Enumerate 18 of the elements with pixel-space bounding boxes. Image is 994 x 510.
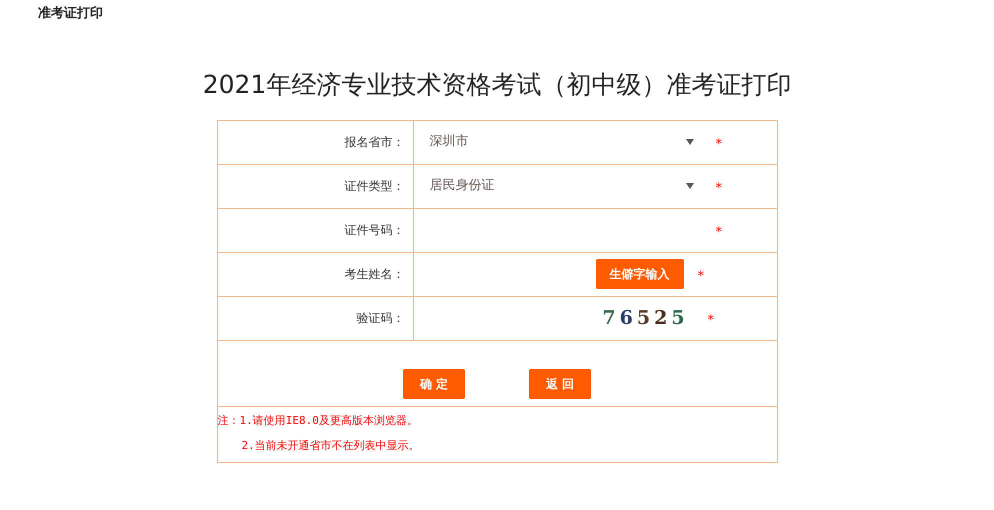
page-heading: 2021年经济专业技术资格考试（初中级）准考证打印 [202,69,792,101]
select-field[interactable]: 居民身份证 [422,170,702,202]
field-label: 证件类型： [344,178,404,195]
select-field[interactable]: 深圳市 [422,126,702,158]
caret-icon [686,183,694,189]
required-mark: * [716,136,722,154]
required-mark: * [708,312,714,330]
field-label: 考生姓名： [344,266,404,283]
note-text: 注：1.请使用IE8.0及更高版本浏览器。 [218,412,419,428]
note-text: 2.当前未开通省市不在列表中显示。 [240,438,421,454]
caret-icon [686,139,694,145]
required-mark: * [698,268,704,286]
required-mark: * [716,224,722,242]
field-label: 报名省市： [344,134,404,151]
required-mark: * [716,180,722,198]
field-label: 验证码： [356,310,404,327]
field-label: 证件号码： [344,222,404,239]
site-title: 准考证打印 [37,5,104,23]
